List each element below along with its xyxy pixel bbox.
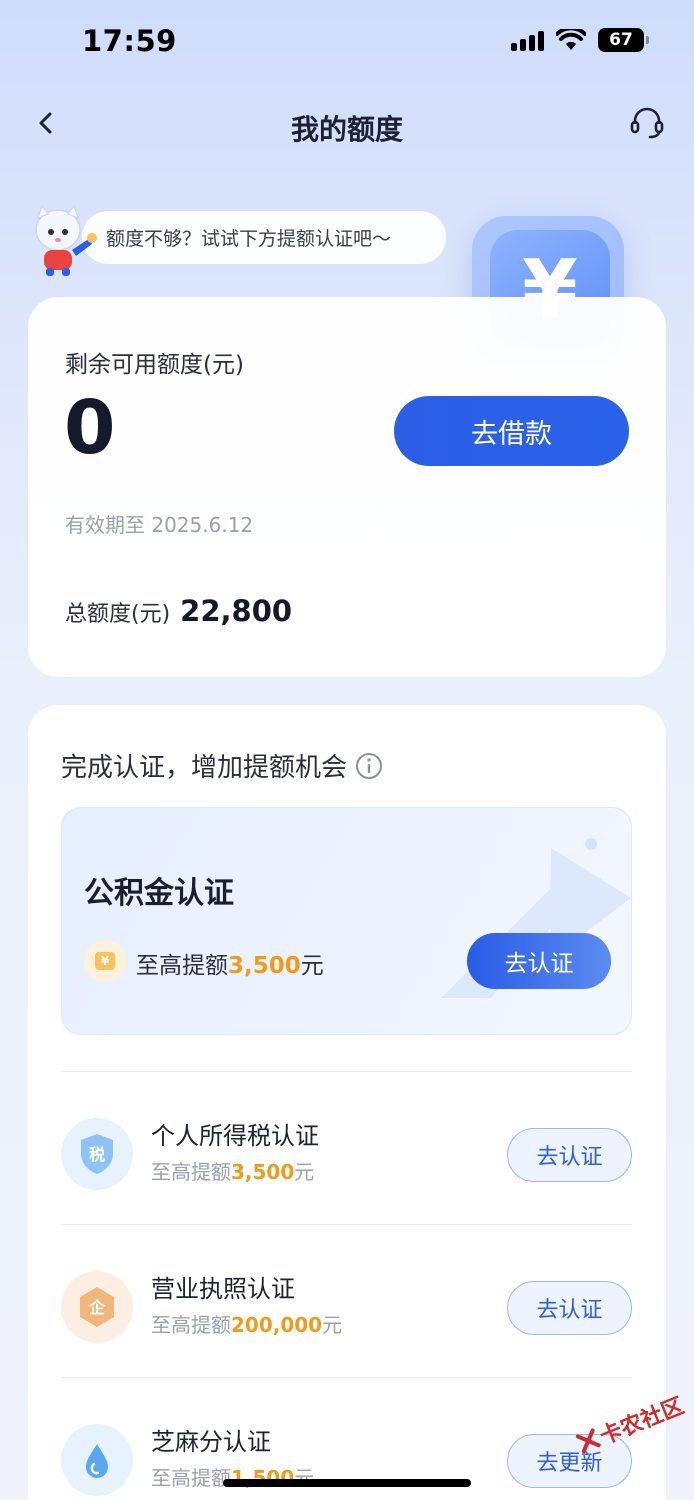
tip-bubble: 额度不够？试试下方提额认证吧～ xyxy=(82,211,446,264)
available-quota-value: 0 xyxy=(64,385,116,471)
business-license-icon: 企 xyxy=(61,1271,133,1343)
housing-fund-title: 公积金认证 xyxy=(84,876,234,911)
divider xyxy=(61,1224,632,1225)
auth-card: 完成认证，增加提额机会 公积金认证 ¥ 至高提额3,500元 去认证 税 个人所… xyxy=(28,705,666,1500)
housing-fund-limit: 至高提额3,500元 xyxy=(136,946,324,980)
list-item-limit: 至高提额3,500元 xyxy=(151,1160,315,1184)
sesame-icon xyxy=(61,1424,133,1496)
list-item-title: 个人所得税认证 xyxy=(151,1122,319,1150)
total-quota-value: 22,800 xyxy=(180,594,293,628)
divider xyxy=(61,1071,632,1072)
list-item-business-license: 企 营业执照认证 至高提额200,000元 去认证 xyxy=(61,1265,632,1375)
info-icon[interactable] xyxy=(355,752,383,780)
list-item-limit: 至高提额200,000元 xyxy=(151,1313,343,1337)
divider xyxy=(61,1377,632,1378)
income-tax-verify-button[interactable]: 去认证 xyxy=(507,1128,632,1182)
quota-expiry: 有效期至 2025.6.12 xyxy=(65,513,254,537)
borrow-button[interactable]: 去借款 xyxy=(394,396,629,466)
status-time: 17:59 xyxy=(82,24,177,58)
business-license-verify-button[interactable]: 去认证 xyxy=(507,1281,632,1335)
cellular-signal-icon xyxy=(511,29,544,51)
battery-icon: 67 xyxy=(598,28,649,52)
quota-card: 剩余可用额度(元) 0 去借款 有效期至 2025.6.12 总额度(元) 22… xyxy=(28,297,666,677)
nav-bar: 我的额度 xyxy=(0,90,694,160)
list-item-income-tax: 税 个人所得税认证 至高提额3,500元 去认证 xyxy=(61,1112,632,1222)
customer-service-icon[interactable] xyxy=(628,104,666,142)
tax-icon: 税 xyxy=(61,1118,133,1190)
list-item-title: 营业执照认证 xyxy=(151,1275,295,1303)
list-item-sesame: 芝麻分认证 至高提额1,500元 去更新 xyxy=(61,1418,632,1500)
status-icons: 67 xyxy=(511,28,649,52)
page-title: 我的额度 xyxy=(290,113,403,146)
svg-text:企: 企 xyxy=(88,1298,106,1317)
coin-icon: ¥ xyxy=(84,940,126,982)
auth-heading: 完成认证，增加提额机会 xyxy=(61,747,383,784)
svg-text:税: 税 xyxy=(89,1145,105,1164)
list-item-title: 芝麻分认证 xyxy=(151,1428,271,1456)
limit-prefix: 至高提额 xyxy=(136,953,228,979)
total-quota-label: 总额度(元) xyxy=(65,602,171,627)
limit-suffix: 元 xyxy=(300,953,324,979)
total-quota-row: 总额度(元) 22,800 xyxy=(65,594,292,628)
home-indicator[interactable] xyxy=(223,1479,471,1487)
status-bar: 17:59 67 xyxy=(0,0,694,84)
available-quota-label: 剩余可用额度(元) xyxy=(65,352,244,378)
mascot-icon xyxy=(35,204,97,276)
housing-fund-card: 公积金认证 ¥ 至高提额3,500元 去认证 xyxy=(61,807,632,1035)
housing-fund-verify-button[interactable]: 去认证 xyxy=(467,933,611,989)
auth-heading-text: 完成认证，增加提额机会 xyxy=(61,753,348,783)
limit-amount: 3,500 xyxy=(228,953,301,979)
tip-text: 额度不够？试试下方提额认证吧～ xyxy=(106,228,392,250)
wifi-icon xyxy=(556,29,586,50)
